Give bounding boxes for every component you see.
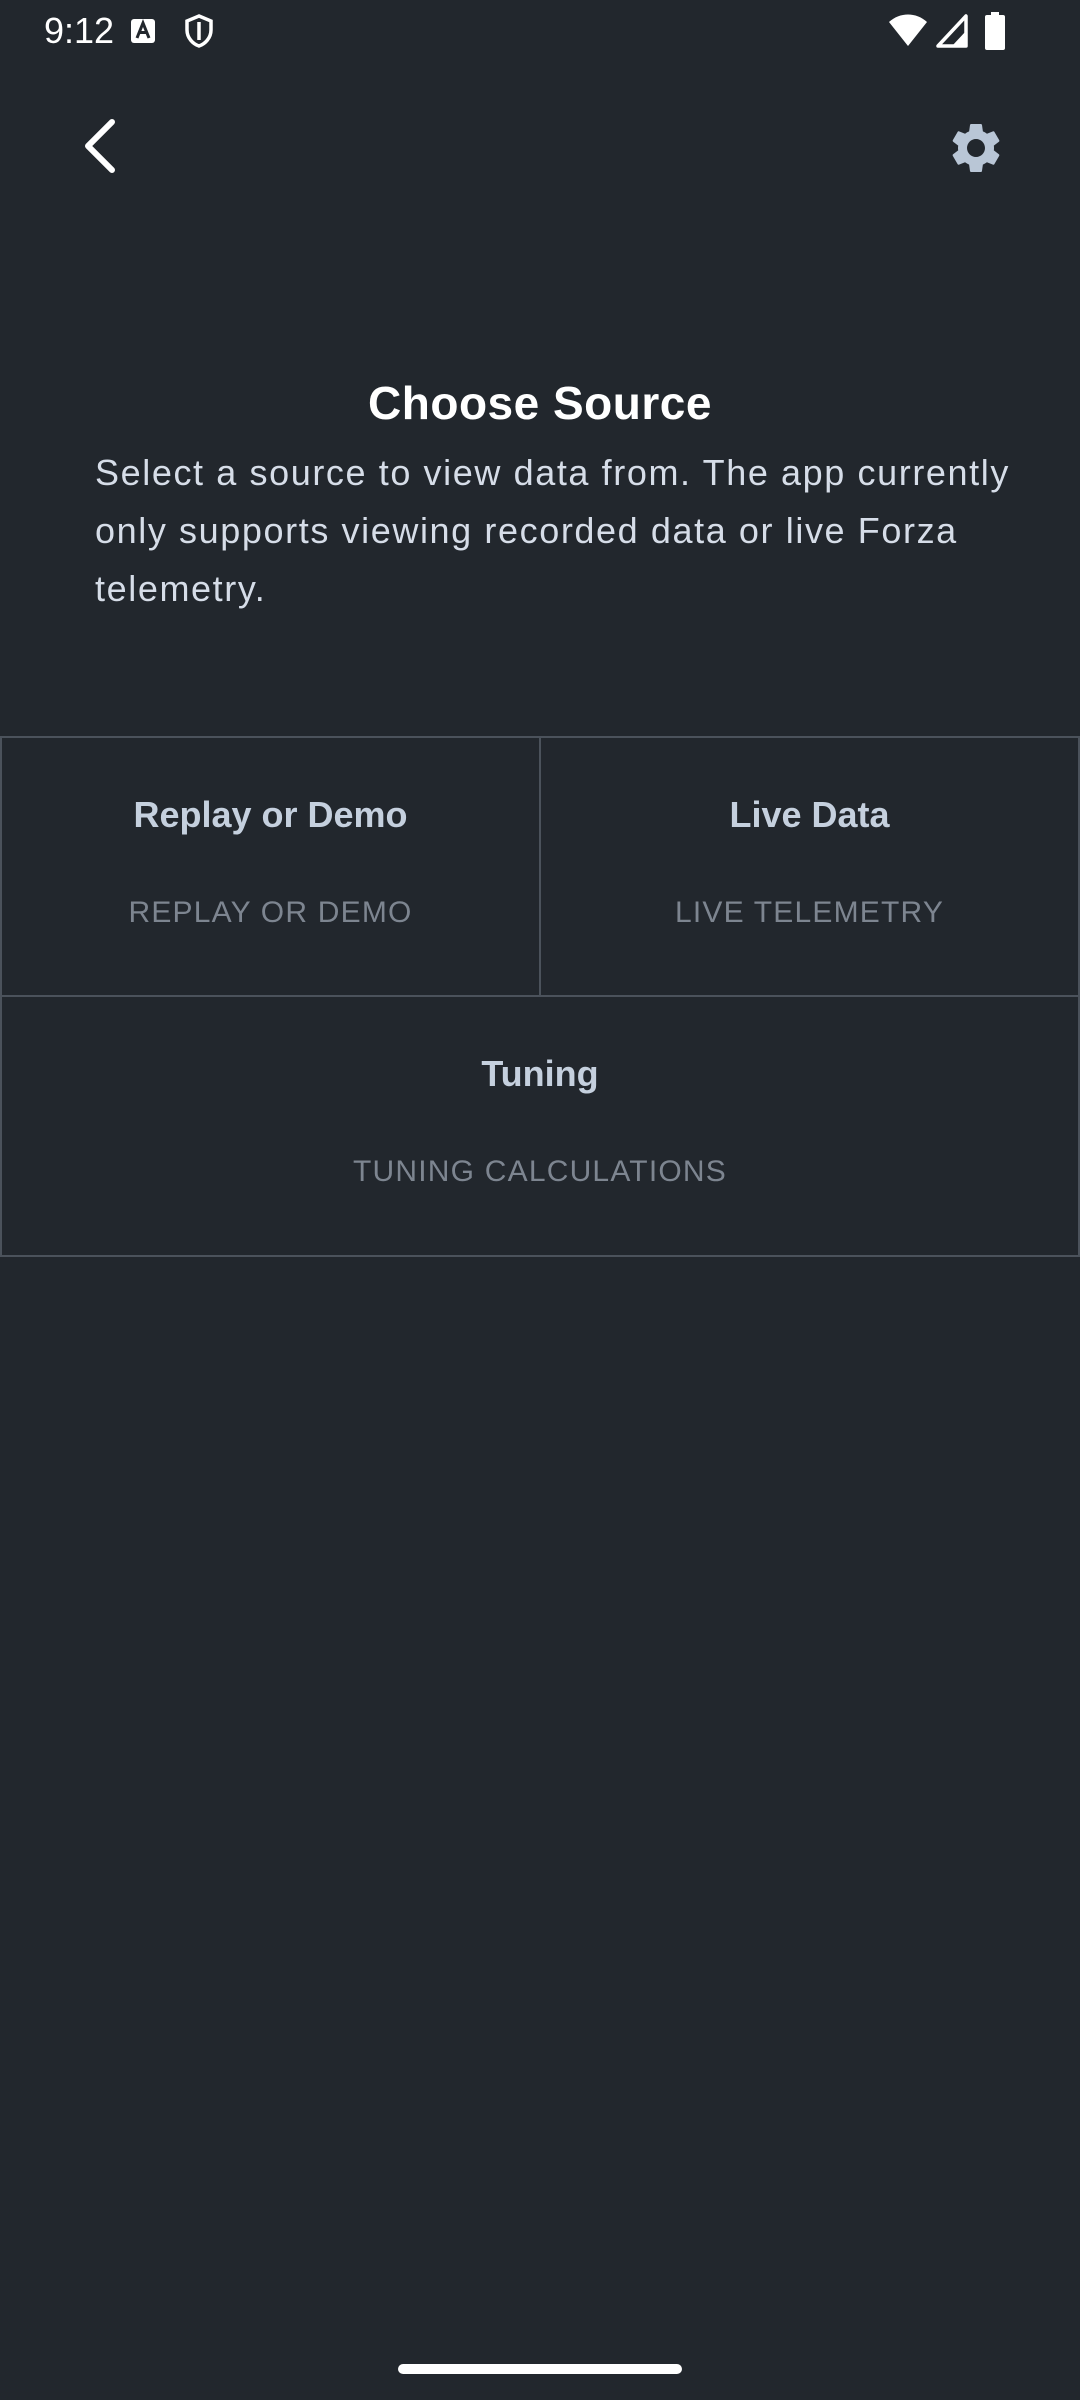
card-subtitle: TUNING CALCULATIONS	[353, 1155, 727, 1188]
source-grid: Replay or Demo REPLAY OR DEMO Live Data …	[0, 736, 1080, 1257]
shield-icon	[185, 14, 213, 48]
card-title: Replay or Demo	[133, 794, 408, 835]
signal-icon	[936, 14, 968, 48]
gear-icon	[952, 123, 1000, 172]
a-notification-icon	[131, 18, 155, 43]
live-data-card[interactable]: Live Data LIVE TELEMETRY	[539, 736, 1080, 997]
card-title: Live Data	[729, 794, 890, 835]
battery-icon	[985, 12, 1005, 50]
page-title: Choose Source	[368, 377, 712, 429]
chevron-left-icon	[85, 119, 115, 173]
replay-or-demo-card[interactable]: Replay or Demo REPLAY OR DEMO	[0, 736, 541, 997]
wifi-icon	[889, 14, 927, 46]
page-description: Select a source to view data from. The a…	[95, 452, 1010, 609]
back-button[interactable]	[72, 110, 132, 180]
gesture-nav-handle[interactable]	[398, 2364, 682, 2374]
settings-button[interactable]	[946, 118, 1006, 178]
card-subtitle: LIVE TELEMETRY	[674, 896, 945, 929]
card-subtitle: REPLAY OR DEMO	[128, 896, 413, 929]
status-time: 9:12	[44, 10, 115, 51]
tuning-card[interactable]: Tuning TUNING CALCULATIONS	[0, 995, 1080, 1257]
card-title: Tuning	[481, 1053, 599, 1094]
status-bar: 9:12	[0, 0, 1080, 62]
